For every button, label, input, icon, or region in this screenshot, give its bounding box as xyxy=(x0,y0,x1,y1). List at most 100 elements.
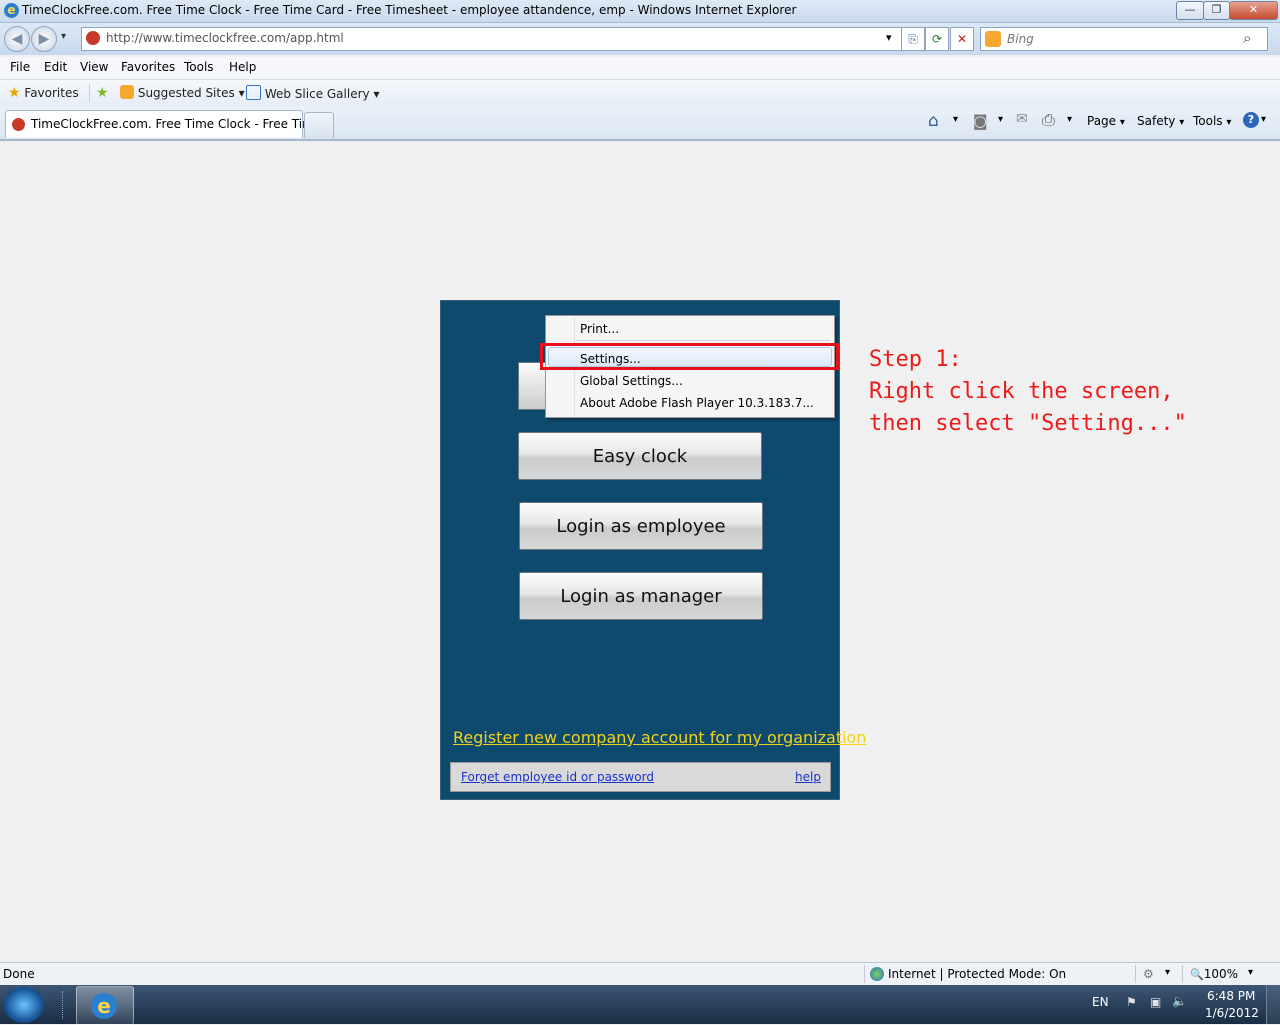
start-button[interactable] xyxy=(4,987,44,1023)
annotation-line-3: then select "Setting..." xyxy=(869,411,1187,436)
home-icon[interactable]: ⌂ xyxy=(928,111,939,131)
chevron-down-icon: ▾ xyxy=(1179,117,1185,128)
web-slice-gallery-label: Web Slice Gallery xyxy=(264,87,370,101)
highlight-annotation-box xyxy=(540,343,839,370)
chevron-down-icon: ▾ xyxy=(373,87,380,101)
web-slice-gallery-link[interactable]: Web Slice Gallery ▾ xyxy=(246,85,379,101)
menu-bar: File Edit View Favorites Tools Help xyxy=(0,57,1280,80)
safety-menu-label: Safety xyxy=(1137,114,1176,128)
forward-button[interactable]: ▶ xyxy=(31,26,57,52)
volume-icon[interactable]: 🔈 xyxy=(1172,994,1187,1008)
context-menu-about-flash[interactable]: About Adobe Flash Player 10.3.183.7... xyxy=(580,396,814,410)
menu-tools[interactable]: Tools xyxy=(184,60,214,74)
suggested-sites-icon xyxy=(120,85,134,99)
back-button[interactable]: ◀ xyxy=(4,26,30,52)
register-company-link[interactable]: Register new company account for my orga… xyxy=(453,728,866,747)
security-zone-text[interactable]: Internet | Protected Mode: On xyxy=(888,967,1066,981)
context-menu-print[interactable]: Print... xyxy=(580,322,619,336)
safety-menu[interactable]: Safety ▾ xyxy=(1137,114,1184,128)
taskbar-internet-explorer[interactable]: e xyxy=(76,986,134,1025)
address-bar[interactable]: http://www.timeclockfree.com/app.html ▾ xyxy=(81,27,902,51)
easy-clock-button[interactable]: Easy clock xyxy=(518,432,762,480)
minimize-button[interactable]: — xyxy=(1176,1,1204,20)
zoom-level[interactable]: 🔍100% xyxy=(1190,967,1238,981)
search-input[interactable]: Bing xyxy=(1007,32,1034,46)
address-dropdown-chevron-down-icon[interactable]: ▾ xyxy=(886,31,892,44)
divider xyxy=(864,965,865,983)
instruction-annotation: Step 1: Right click the screen, then selec… xyxy=(869,344,1187,440)
show-desktop-button[interactable] xyxy=(1266,985,1280,1024)
mail-icon[interactable]: ✉ xyxy=(1016,111,1028,127)
login-as-manager-button[interactable]: Login as manager xyxy=(519,572,763,620)
language-indicator[interactable]: EN xyxy=(1092,995,1109,1009)
stop-button[interactable]: ✕ xyxy=(950,27,974,51)
zoom-value: 100% xyxy=(1203,967,1239,981)
suggested-sites-label: Suggested Sites xyxy=(137,86,235,100)
menu-file[interactable]: File xyxy=(10,60,30,74)
favorites-star-icon: ★ xyxy=(8,85,21,101)
chevron-down-icon: ▾ xyxy=(238,86,245,100)
forget-password-link[interactable]: Forget employee id or password xyxy=(461,770,654,784)
context-menu-global-settings[interactable]: Global Settings... xyxy=(580,374,683,388)
tab-title: TimeClockFree.com. Free Time Clock - Fre… xyxy=(31,117,333,131)
print-dropdown-chevron-down-icon[interactable]: ▾ xyxy=(1067,114,1072,125)
site-favicon-icon xyxy=(12,118,25,131)
bing-icon xyxy=(985,31,1001,47)
clock-date[interactable]: 1/6/2012 xyxy=(1205,1006,1259,1020)
compatibility-view-button[interactable]: ⎘ xyxy=(901,27,925,51)
home-dropdown-chevron-down-icon[interactable]: ▾ xyxy=(953,114,958,125)
ie-logo-icon: e xyxy=(91,993,117,1019)
menu-view[interactable]: View xyxy=(80,60,108,74)
address-row: ◀ ▶ ▾ http://www.timeclockfree.com/app.h… xyxy=(0,23,1280,55)
divider xyxy=(1135,965,1136,983)
page-menu[interactable]: Page ▾ xyxy=(1087,114,1125,128)
zoom-icon: 🔍 xyxy=(1190,968,1204,981)
annotation-line-2: Right click the screen, xyxy=(869,379,1174,404)
refresh-button[interactable]: ⟳ xyxy=(925,27,949,51)
menu-separator xyxy=(576,340,830,341)
print-icon[interactable]: ⎙ xyxy=(1042,110,1055,130)
network-icon[interactable]: ▣ xyxy=(1150,995,1161,1009)
url-text[interactable]: http://www.timeclockfree.com/app.html xyxy=(106,31,344,45)
login-as-employee-button[interactable]: Login as employee xyxy=(519,502,763,550)
chevron-down-icon: ▾ xyxy=(1226,117,1232,128)
window-title: TimeClockFree.com. Free Time Clock - Fre… xyxy=(22,3,797,17)
ie-logo-icon: e xyxy=(4,3,19,18)
taskbar-gripper xyxy=(62,991,67,1019)
status-bar: Done Internet | Protected Mode: On ⚙ ▾ 🔍… xyxy=(0,962,1280,985)
add-to-favorites-bar-button[interactable]: ★ xyxy=(96,85,109,101)
help-icon[interactable]: ? xyxy=(1243,112,1259,128)
new-tab-button[interactable] xyxy=(304,112,334,138)
divider xyxy=(1182,965,1183,983)
tools-menu[interactable]: Tools ▾ xyxy=(1193,114,1231,128)
tools-menu-label: Tools xyxy=(1193,114,1223,128)
title-bar: e TimeClockFree.com. Free Time Clock - F… xyxy=(0,0,1280,23)
recent-pages-dropdown[interactable]: ▾ xyxy=(61,31,66,42)
feeds-dropdown-chevron-down-icon[interactable]: ▾ xyxy=(998,114,1003,125)
help-dropdown-chevron-down-icon[interactable]: ▾ xyxy=(1261,114,1266,125)
maximize-button[interactable]: ❐ xyxy=(1203,1,1230,20)
feeds-icon[interactable]: ◙ xyxy=(973,112,988,130)
site-favicon-icon xyxy=(86,31,100,45)
zoom-chevron-down-icon[interactable]: ▾ xyxy=(1248,967,1253,978)
web-slice-icon xyxy=(246,85,261,100)
suggested-sites-link[interactable]: Suggested Sites ▾ xyxy=(120,85,245,100)
tab-timeclockfree[interactable]: TimeClockFree.com. Free Time Clock - Fre… xyxy=(5,110,333,138)
favorites-label: Favorites xyxy=(24,86,79,100)
chevron-down-icon: ▾ xyxy=(1119,117,1125,128)
search-icon[interactable]: ⌕ xyxy=(1243,29,1251,47)
action-center-flag-icon[interactable]: ⚑ xyxy=(1126,995,1137,1009)
menu-edit[interactable]: Edit xyxy=(44,60,67,74)
divider xyxy=(89,84,90,102)
menu-help[interactable]: Help xyxy=(229,60,256,74)
internet-globe-icon xyxy=(870,967,884,981)
search-box[interactable]: Bing ⌕ xyxy=(980,27,1268,51)
popup-blocker-icon[interactable]: ⚙ xyxy=(1143,967,1154,981)
chevron-down-icon[interactable]: ▾ xyxy=(1165,967,1170,978)
favorites-button[interactable]: ★ Favorites xyxy=(8,85,79,101)
help-link[interactable]: help xyxy=(795,770,821,784)
menu-favorites[interactable]: Favorites xyxy=(121,60,175,74)
windows-taskbar: e EN ⚑ ▣ 🔈 6:48 PM 1/6/2012 xyxy=(0,985,1280,1025)
close-button[interactable]: ✕ xyxy=(1229,1,1278,20)
clock-time[interactable]: 6:48 PM xyxy=(1207,989,1255,1003)
